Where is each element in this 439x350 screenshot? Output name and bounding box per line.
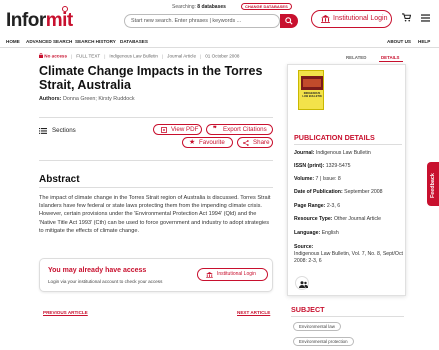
- main-nav: HOME ADVANCED SEARCH SEARCH HISTORY DATA…: [0, 37, 439, 48]
- access-status: No access: [44, 53, 68, 59]
- active-tab-indicator: [379, 61, 403, 63]
- cart-icon[interactable]: [402, 13, 411, 22]
- nav-home[interactable]: HOME: [6, 39, 20, 44]
- authors: Authors: Donna Green; Kirsty Ruddock: [39, 96, 135, 102]
- star-icon: ★: [189, 139, 196, 146]
- journal-cover[interactable]: INDIGENOUS LAW BULLETIN: [298, 70, 324, 110]
- searching-status: Searching: 8 databases: [172, 4, 226, 10]
- previous-article-link[interactable]: PREVIOUS ARTICLE: [43, 310, 88, 315]
- publication-details-heading: PUBLICATION DETAILS: [294, 133, 375, 142]
- nav-about-us[interactable]: ABOUT US: [387, 39, 411, 44]
- field-date: Date of Publication: September 2008: [294, 189, 383, 195]
- access-subtext: Login via your institutional account to …: [48, 279, 163, 284]
- quote-icon: ❞: [213, 126, 217, 133]
- logo-dot-icon: [62, 6, 68, 12]
- share-button[interactable]: Share: [237, 137, 273, 148]
- divider: [39, 187, 273, 188]
- informit-logo[interactable]: Informit: [6, 10, 73, 32]
- institutional-login-label: Institutional Login: [333, 15, 388, 22]
- nav-search-history[interactable]: SEARCH HISTORY: [75, 39, 116, 44]
- author-names[interactable]: Donna Green; Kirsty Ruddock: [63, 96, 135, 102]
- page-title: Climate Change Impacts in the Torres Str…: [39, 64, 263, 92]
- export-citations-button[interactable]: ❞ Export Citations: [206, 124, 273, 135]
- search-icon: [285, 17, 293, 25]
- view-pdf-button[interactable]: View PDF: [153, 124, 202, 135]
- fulltext-label: FULL TEXT: [76, 53, 101, 59]
- field-volume: Volume: 7 | Issue: 8: [294, 176, 341, 182]
- share-label: Share: [253, 139, 270, 146]
- export-citations-label: Export Citations: [223, 126, 267, 133]
- publication-details-card: INDIGENOUS LAW BULLETIN PUBLICATION DETA…: [287, 64, 406, 296]
- view-pdf-label: View PDF: [171, 126, 199, 133]
- abstract-heading: Abstract: [39, 174, 80, 185]
- field-language: Language: English: [294, 230, 339, 236]
- field-page-range: Page Range: 2-3, 6: [294, 203, 341, 209]
- journal-crumb[interactable]: Indigenous Law Bulletin: [109, 54, 158, 59]
- sections-label: Sections: [52, 127, 76, 134]
- field-source: Source: Indigenous Law Bulletin, Vol. 7, …: [294, 244, 404, 264]
- field-journal: Journal: Indigenous Law Bulletin: [294, 150, 371, 156]
- nav-databases[interactable]: DATABASES: [120, 39, 148, 44]
- favourite-button[interactable]: ★ Favourite: [182, 137, 233, 148]
- change-databases-button[interactable]: CHANGE DATABASES: [241, 3, 292, 10]
- institution-icon: [206, 272, 213, 278]
- breadcrumb: No access | FULL TEXT | Indigenous Law Bulle…: [39, 52, 240, 59]
- institutional-login-button[interactable]: Institutional Login: [311, 10, 392, 28]
- subject-tag[interactable]: Environmental protection: [293, 337, 354, 346]
- cover-title: INDIGENOUS LAW BULLETIN: [302, 92, 322, 98]
- feedback-label: Feedback: [430, 173, 436, 198]
- lock-icon: [39, 52, 43, 58]
- abstract-text: The impact of climate change in the Torr…: [39, 195, 271, 234]
- search-input[interactable]: Start new search. Enter phrases | keywor…: [124, 14, 280, 28]
- next-article-link[interactable]: NEXT ARTICLE: [237, 310, 270, 315]
- feedback-tab[interactable]: Feedback: [427, 162, 439, 206]
- nav-advanced-search[interactable]: ADVANCED SEARCH: [26, 39, 72, 44]
- divider: [39, 117, 273, 118]
- pdf-icon: [161, 127, 167, 133]
- article-type: Journal Article: [167, 53, 197, 59]
- divider: [39, 160, 273, 161]
- institution-icon: [321, 15, 330, 23]
- share-icon: [243, 140, 249, 146]
- field-issn: ISSN (print): 1329-5475: [294, 163, 351, 169]
- access-login-label: Institutional Login: [217, 271, 256, 277]
- top-header: Informit Searching: 8 databases CHANGE D…: [0, 0, 439, 36]
- article-date: 01 October 2008: [205, 53, 240, 59]
- menu-icon[interactable]: [421, 14, 430, 22]
- subject-tag[interactable]: Environmental law: [293, 322, 341, 331]
- tab-related[interactable]: RELATED: [346, 55, 366, 60]
- list-icon: [39, 128, 47, 134]
- access-heading: You may already have access: [48, 267, 147, 274]
- access-institutional-login-button[interactable]: Institutional Login: [197, 268, 268, 281]
- subject-heading: SUBJECT: [291, 305, 325, 314]
- favourite-label: Favourite: [199, 139, 225, 146]
- nav-help[interactable]: HELP: [418, 39, 430, 44]
- search-button[interactable]: [280, 14, 298, 28]
- tab-details[interactable]: DETAILS: [381, 55, 399, 60]
- access-box: You may already have access Login via yo…: [39, 258, 273, 292]
- field-resource-type: Resource Type: Other Journal Article: [294, 216, 381, 222]
- people-icon[interactable]: [295, 276, 309, 290]
